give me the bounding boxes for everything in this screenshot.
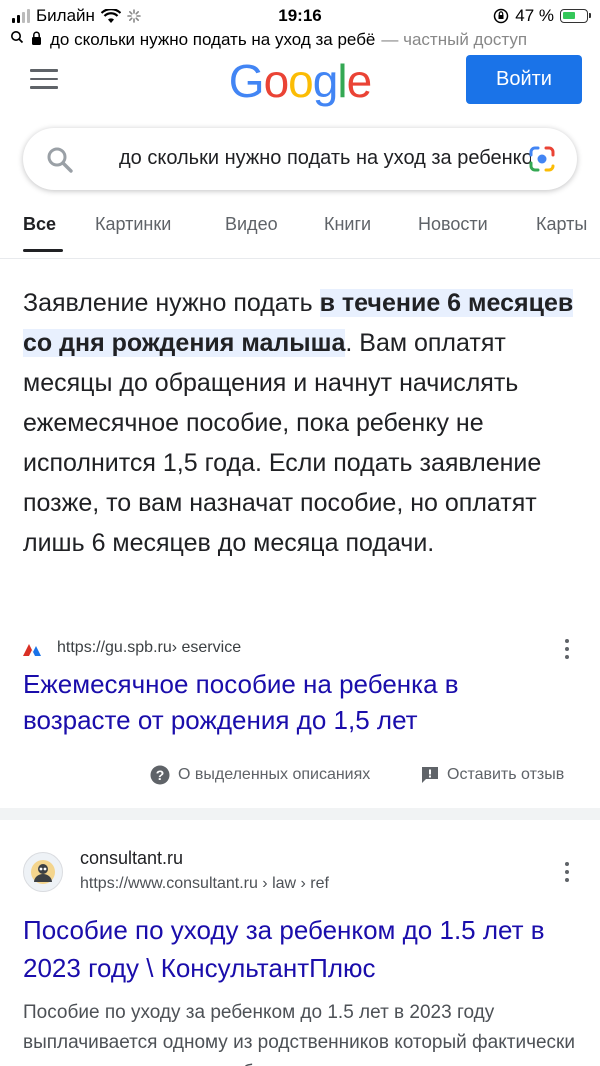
tab-news[interactable]: Новости [418,214,488,235]
status-right: 47 % [493,6,591,26]
tab-video[interactable]: Видео [225,214,278,235]
logo-letter: G [228,55,265,107]
result-title-link[interactable]: Пособие по уходу за ребенком до 1.5 лет … [23,911,583,987]
result-description: Пособие по уходу за ребенком до 1.5 лет … [23,1002,575,1066]
about-featured-snippets[interactable]: ? О выделенных описаниях [150,764,370,786]
battery-percent: 47 % [515,6,554,25]
snippet-link-title[interactable]: Ежемесячное пособие на ребенка в возраст… [23,666,563,738]
logo-letter: o [263,55,290,107]
gosuslugi-favicon-icon [23,644,41,656]
help-icon: ? [150,765,170,785]
tab-all[interactable]: Все [23,214,56,235]
orientation-lock-icon [494,8,509,24]
result-site-name[interactable]: consultant.ru [80,848,183,869]
search-icon[interactable] [45,145,75,175]
result-url[interactable]: https://www.consultant.ru › law › ref [80,875,329,893]
tab-books[interactable]: Книги [324,214,371,235]
logo-letter: l [337,55,347,107]
tab-maps[interactable]: Карты [536,214,587,235]
featured-snippet-text: Заявление нужно подать в течение 6 месяц… [23,283,583,563]
result-separator [0,808,600,820]
google-lens-icon[interactable] [527,144,557,174]
source-path: › eservice [171,639,242,656]
tabs-divider [0,258,600,259]
battery-icon [560,9,591,23]
address-text: до скольки нужно подать на уход за ребё [50,30,376,49]
result-url-base: https://www.consultant.ru [80,875,258,892]
tab-images[interactable]: Картинки [95,214,171,235]
logo-letter: g [312,55,339,107]
address-bar[interactable]: до скольки нужно подать на уход за ребё … [0,28,600,52]
status-bar: Билайн 19:16 47 % [0,0,600,30]
svg-text:?: ? [156,767,165,783]
feedback-icon [422,767,438,783]
private-label: — частный доступ [381,30,528,49]
signin-button[interactable]: Войти [466,55,582,104]
search-box[interactable]: до скольки нужно подать на уход за ребен… [23,128,577,190]
active-tab-indicator [23,249,63,252]
logo-letter: o [288,55,314,107]
consultant-favicon-icon [23,852,63,892]
source-url: https://gu.spb.ru [57,639,172,656]
snippet-rest: . Вам оплатят месяцы до обращения и начн… [23,329,542,557]
more-options-icon[interactable] [564,862,570,882]
feedback-link[interactable]: Оставить отзыв [421,764,564,786]
about-label: О выделенных описаниях [178,766,371,783]
snippet-source[interactable]: https://gu.spb.ru › eservice [23,636,583,660]
search-tabs: Все Картинки Видео Книги Новости Карты [0,214,600,254]
more-options-icon[interactable] [564,639,570,659]
result-url-path: › law › ref [257,875,329,892]
logo-letter: e [346,55,373,107]
snippet-lead: Заявление нужно подать [23,289,320,317]
search-input[interactable]: до скольки нужно подать на уход за ребен… [119,147,531,170]
feedback-label: Оставить отзыв [447,766,565,783]
search-lock-icon [10,30,44,51]
